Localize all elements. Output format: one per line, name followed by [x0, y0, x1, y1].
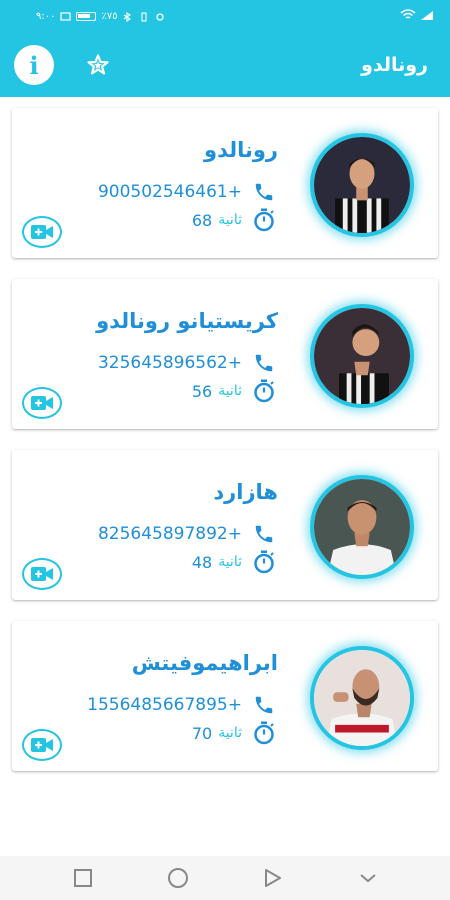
contact-name: ابراهيموفيتش — [131, 651, 278, 675]
duration-row: 68 ثانية — [192, 208, 276, 232]
app-bar-actions: i — [14, 45, 112, 85]
home-button[interactable] — [130, 856, 225, 900]
info-icon: i — [29, 50, 39, 80]
duration-unit: ثانية — [218, 383, 242, 399]
wifi-icon — [400, 9, 416, 24]
phone-icon — [252, 351, 276, 375]
phone-number: 825645897892+ — [97, 524, 242, 544]
avatar[interactable] — [310, 646, 414, 750]
avatar-image — [314, 650, 410, 746]
phone-row[interactable]: 325645896562+ — [98, 351, 276, 375]
contact-card[interactable]: كريستيانو رونالدو 325645896562+ 56 ثانية — [12, 279, 438, 429]
phone-icon — [252, 522, 276, 546]
video-call-button[interactable] — [22, 216, 62, 248]
timer-icon — [252, 379, 276, 403]
timer-icon — [252, 550, 276, 574]
settings-icon — [155, 12, 166, 21]
duration-unit: ثانية — [218, 554, 242, 570]
video-camera-icon — [31, 225, 53, 239]
video-call-button[interactable] — [22, 729, 62, 761]
star-outline-icon — [87, 54, 109, 75]
notification-icon — [60, 12, 72, 21]
status-time: ٩:٠٠ — [36, 11, 56, 22]
duration-value: 70 — [191, 723, 213, 743]
contact-name: كريستيانو رونالدو — [96, 309, 278, 333]
chevron-down-icon — [359, 874, 376, 883]
timer-icon — [252, 208, 276, 232]
phone-icon — [252, 693, 276, 717]
square-icon — [73, 869, 92, 887]
avatar-image — [314, 308, 410, 404]
avatar[interactable] — [310, 475, 414, 579]
phone-icon — [252, 180, 276, 204]
recents-button[interactable] — [35, 856, 130, 900]
info-button[interactable]: i — [14, 45, 54, 85]
contact-card[interactable]: رونالدو 900502546461+ 68 ثانية — [12, 108, 438, 258]
status-left: ٩:٠٠ ٪٧٥ — [36, 11, 166, 23]
duration-unit: ثانية — [218, 212, 242, 228]
phone-number: 325645896562+ — [97, 353, 242, 373]
contact-card[interactable]: هازارد 825645897892+ 48 ثانية — [12, 450, 438, 600]
hide-nav-button[interactable] — [320, 856, 415, 900]
duration: 56 ثانية — [192, 382, 242, 401]
contact-name: هازارد — [213, 480, 278, 504]
phone-row[interactable]: 825645897892+ — [98, 522, 276, 546]
phone-number: 900502546461+ — [97, 182, 242, 202]
signal-icon — [420, 10, 434, 24]
duration-row: 48 ثانية — [192, 550, 276, 574]
duration: 68 ثانية — [192, 211, 242, 230]
battery-icon — [76, 12, 97, 21]
video-camera-icon — [31, 396, 53, 410]
circle-icon — [167, 868, 188, 888]
avatar-image — [314, 137, 410, 233]
timer-icon — [252, 721, 276, 745]
contact-name: رونالدو — [204, 138, 278, 162]
system-nav-bar — [0, 856, 450, 900]
video-camera-icon — [31, 567, 53, 581]
triangle-icon — [264, 869, 281, 887]
favorite-button[interactable] — [84, 51, 112, 79]
bluetooth-icon — [123, 11, 134, 23]
duration-value: 48 — [191, 552, 213, 572]
video-call-button[interactable] — [22, 387, 62, 419]
phone-row[interactable]: 900502546461+ — [98, 180, 276, 204]
app-bar: i رونالدو — [0, 33, 450, 97]
app-title: رونالدو — [361, 54, 428, 76]
phone-number: 1556485667895+ — [87, 695, 242, 715]
duration-value: 56 — [191, 381, 213, 401]
avatar[interactable] — [310, 133, 414, 237]
duration: 70 ثانية — [192, 724, 242, 743]
video-camera-icon — [31, 738, 53, 752]
duration-value: 68 — [191, 210, 213, 230]
vibrate-icon — [139, 12, 150, 22]
avatar[interactable] — [310, 304, 414, 408]
battery-percent: ٪٧٥ — [101, 11, 118, 22]
avatar-image — [314, 479, 410, 575]
status-right — [400, 9, 434, 24]
duration-row: 70 ثانية — [192, 721, 276, 745]
duration-row: 56 ثانية — [192, 379, 276, 403]
back-button[interactable] — [225, 856, 320, 900]
duration: 48 ثانية — [192, 553, 242, 572]
contact-list: رونالدو 900502546461+ 68 ثانية كريستيانو… — [12, 108, 438, 792]
status-bar: ٩:٠٠ ٪٧٥ — [0, 0, 450, 33]
phone-row[interactable]: 1556485667895+ — [87, 693, 276, 717]
video-call-button[interactable] — [22, 558, 62, 590]
contact-card[interactable]: ابراهيموفيتش 1556485667895+ 70 ثانية — [12, 621, 438, 771]
duration-unit: ثانية — [218, 725, 242, 741]
